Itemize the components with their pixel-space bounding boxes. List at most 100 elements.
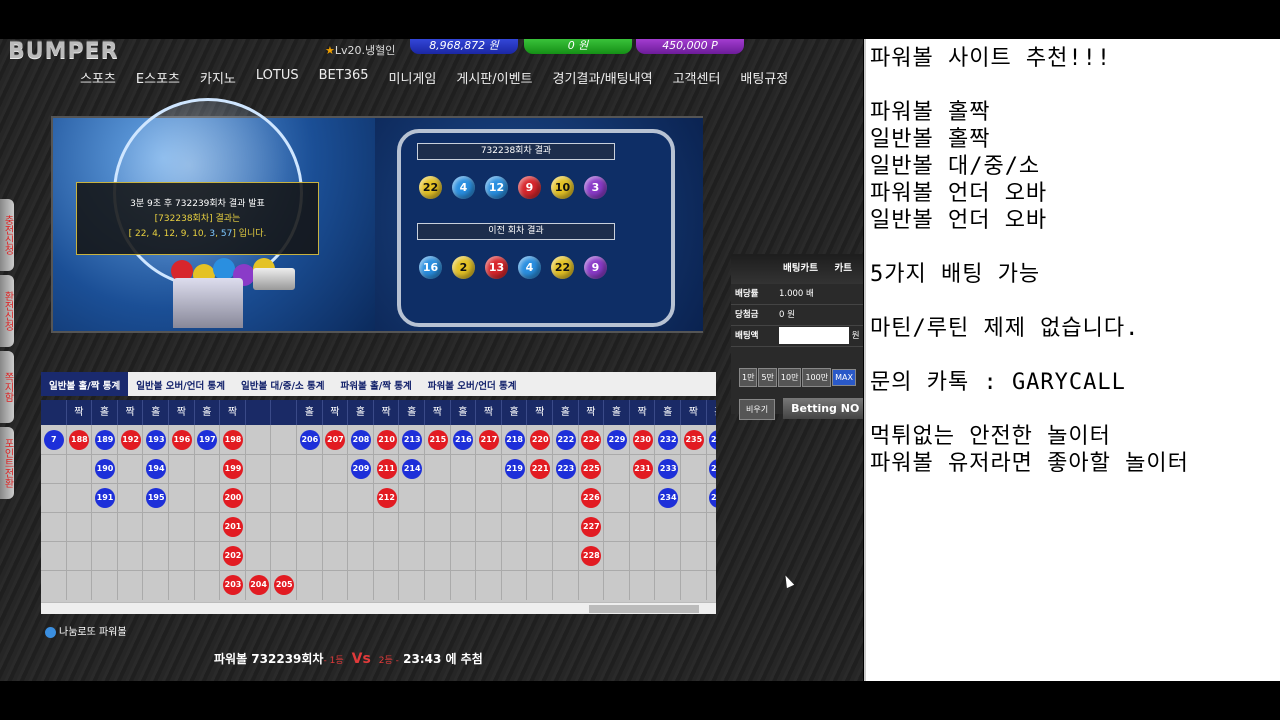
chip-max[interactable]: MAX (832, 369, 856, 386)
grid-column (67, 425, 93, 600)
statistics-grid[interactable]: 짝홀짝홀짝홀짝홀짝홀짝홀짝홀짝홀짝홀짝홀짝홀짝홀7188189190191192… (41, 400, 716, 614)
result-ball: 2 (452, 256, 475, 279)
nav-minigame[interactable]: 미니게임 (379, 68, 447, 87)
grid-result-ball: 230 (632, 430, 653, 450)
result-ball: 22 (419, 176, 442, 199)
machine-stand (173, 278, 243, 328)
grid-header-cell: 홀 (194, 400, 221, 425)
grid-result-ball: 206 (299, 430, 320, 450)
grid-header-cell: 짝 (476, 400, 502, 425)
grid-result-ball: 191 (95, 488, 115, 508)
grid-result-ball: 208 (351, 430, 371, 450)
nav-sports[interactable]: 스포츠 (70, 68, 126, 87)
grid-result-ball: 199 (223, 459, 243, 479)
grid-header-cell: 홀 (553, 400, 579, 425)
tab-power-odd-even[interactable]: 파워볼 홀/짝 통계 (333, 372, 420, 396)
cash-balance-pill[interactable]: 8,968,872 원 (410, 39, 518, 54)
withdraw-tab[interactable]: 환전신청 (0, 275, 14, 347)
nav-results-history[interactable]: 경기결과/배팅내역 (543, 68, 663, 87)
amount-row: 배팅액 원 (731, 326, 863, 347)
rank2-label: 2등 - (378, 656, 399, 666)
point-convert-tab[interactable]: 포인트전환 (0, 427, 14, 499)
lotto-logo-icon (45, 626, 56, 638)
result-ball: 4 (452, 176, 475, 199)
notepad-panel: 파워볼 사이트 추천!!! 파워볼 홀짝 일반볼 홀짝 일반볼 대/중/소 파워볼 언더… (864, 39, 1280, 681)
grid-scrollbar[interactable] (41, 602, 716, 614)
point-balance-pill[interactable]: 450,000 P (636, 39, 744, 54)
lottery-machine: 3분 9초 후 732239회차 결과 발표 [732238회차] 결과는 [ … (53, 98, 375, 331)
grid-header-cell: 홀 (655, 400, 681, 425)
result-ball: 12 (485, 176, 508, 199)
video-top-letterbox (0, 0, 1280, 39)
grid-column (681, 425, 707, 600)
grid-column (118, 425, 144, 600)
bet-amount-input[interactable] (779, 327, 849, 344)
lotto-label-text: 나눔로또 파워볼 (59, 627, 127, 638)
chip-10k[interactable]: 1만 (739, 368, 758, 387)
grid-result-ball: 235 (683, 430, 704, 450)
bonus-balance-pill[interactable]: 0 원 (524, 39, 632, 54)
previous-result-title: 이전 회차 결과 (417, 223, 615, 240)
grid-header-cell: 짝 (681, 400, 707, 425)
video-bottom-letterbox (0, 681, 1280, 720)
current-result-title: 732238회차 결과 (417, 143, 615, 160)
nav-customer-center[interactable]: 고객센터 (663, 68, 731, 87)
draw-time-text: 23:43 에 추첨 (403, 652, 483, 666)
countdown-text: 3분 9초 후 732239회차 결과 발표 (130, 199, 265, 209)
grid-header-cell: 홀 (92, 400, 118, 425)
grid-header-cell: 짝 (117, 400, 144, 425)
grid-result-ball: 229 (607, 430, 627, 450)
grid-result-ball: 209 (351, 459, 371, 479)
betting-site: BUMPER ★Lv20.냉혈인 8,968,872 원 0 원 450,000… (0, 39, 863, 681)
main-nav: 스포츠 E스포츠 카지노 LOTUS BET365 미니게임 게시판/이벤트 경… (70, 68, 798, 87)
grid-column (220, 425, 246, 600)
grid-column (297, 425, 323, 600)
next-round-banner: 파워볼 732239회차- 1등 Vs 2등 - 23:43 에 추첨 (214, 650, 483, 667)
nav-esports[interactable]: E스포츠 (126, 68, 190, 87)
grid-result-ball: 223 (555, 459, 576, 479)
grid-result-ball: 196 (171, 430, 192, 450)
grid-column (169, 425, 195, 600)
chip-1m[interactable]: 100만 (802, 368, 832, 387)
deposit-tab[interactable]: 충전신청 (0, 199, 14, 271)
next-round-text: 파워볼 732239회차 (214, 652, 324, 666)
grid-column (707, 425, 716, 600)
grid-result-ball: 231 (632, 459, 653, 479)
grid-header-cell: 짝 (578, 400, 605, 425)
tab-normal-size[interactable]: 일반볼 대/중/소 통계 (233, 372, 332, 396)
grid-column (425, 425, 451, 600)
scrollbar-thumb[interactable] (589, 605, 699, 613)
grid-result-ball: 218 (504, 430, 525, 450)
chip-50k[interactable]: 5만 (758, 368, 777, 387)
tab-power-over-under[interactable]: 파워볼 오버/언더 통계 (420, 372, 525, 396)
note-line: 마틴/루틴 제제 없습니다. (870, 316, 1140, 341)
nav-betting-rules[interactable]: 배팅규정 (730, 68, 798, 87)
note-line: 파워볼 유저라면 좋아할 놀이터 (870, 451, 1189, 476)
note-line: 파워볼 사이트 추천!!! (870, 46, 1112, 71)
grid-header-cell: 짝 (629, 400, 656, 425)
grid-result-ball: 198 (223, 430, 243, 450)
grid-column (527, 425, 553, 600)
tab-normal-over-under[interactable]: 일반볼 오버/언더 통계 (128, 372, 233, 396)
chip-100k[interactable]: 10만 (777, 368, 802, 387)
tab-normal-odd-even[interactable]: 일반볼 홀/짝 통계 (41, 372, 129, 396)
grid-column (348, 425, 374, 600)
clear-cart-button[interactable]: 비우기 (739, 399, 776, 420)
result-ball: 3 (584, 176, 607, 199)
message-tab[interactable]: 쪽지함 (0, 351, 14, 423)
nav-lotus[interactable]: LOTUS (246, 68, 309, 87)
site-logo[interactable]: BUMPER (8, 39, 119, 64)
user-level: ★Lv20.냉혈인 (325, 42, 395, 58)
grid-column (553, 425, 579, 600)
grid-header-cell: 홀 (706, 400, 716, 425)
grid-result-ball: 190 (95, 459, 115, 479)
nav-board-event[interactable]: 게시판/이벤트 (446, 68, 542, 87)
betting-button[interactable]: Betting NO (783, 398, 863, 419)
nav-casino[interactable]: 카지노 (190, 68, 246, 87)
result-ball: 9 (584, 256, 607, 279)
nav-bet365[interactable]: BET365 (309, 68, 379, 87)
grid-column (451, 425, 477, 600)
result-display: 732238회차 결과 22 4 12 9 10 3 이전 회차 결과 16 2 13 4 22 9 (375, 118, 703, 331)
machine-pipe (253, 268, 295, 290)
grid-result-ball: 7 (43, 430, 64, 450)
